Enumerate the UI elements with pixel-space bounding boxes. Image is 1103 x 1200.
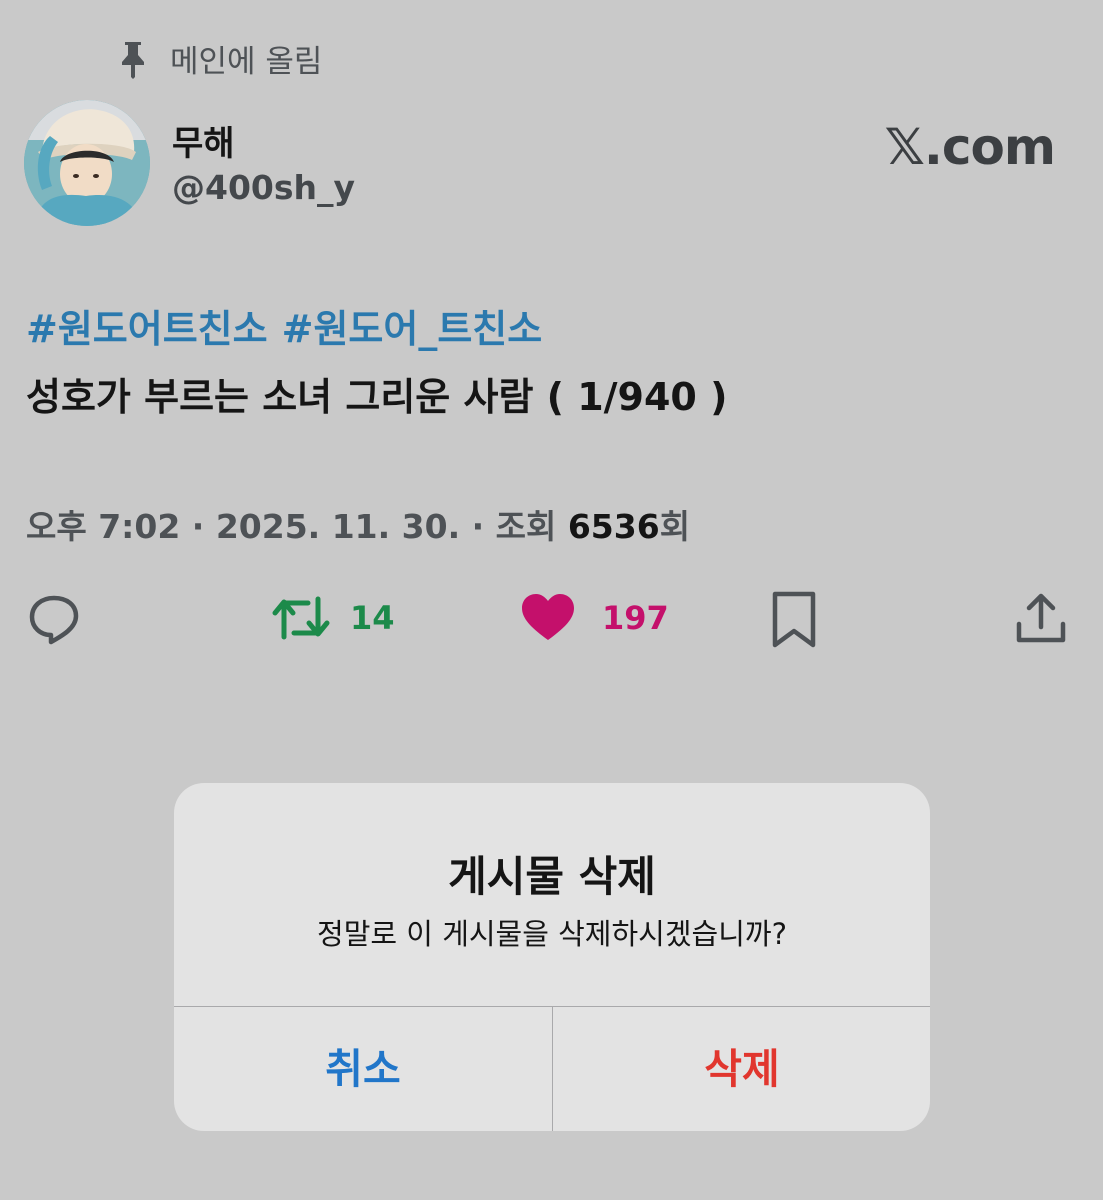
meta-separator: · [180, 507, 216, 546]
share-button[interactable] [1014, 592, 1068, 646]
post-date[interactable]: 2025. 11. 30. [216, 507, 460, 546]
cancel-button[interactable]: 취소 [174, 1007, 552, 1131]
user-name[interactable]: 무해 [172, 116, 235, 165]
bookmark-icon [772, 591, 816, 648]
post-actions: 14 197 [0, 590, 1103, 652]
retweet-icon [272, 596, 330, 640]
hashtag-link[interactable]: #원도어트친소 [26, 307, 268, 351]
meta-separator: · [460, 507, 496, 546]
reply-button[interactable] [26, 590, 82, 646]
post-hashtags: #원도어트친소 #원도어_트친소 [26, 298, 542, 353]
retweet-button[interactable]: 14 [272, 593, 395, 643]
retweet-count: 14 [350, 599, 395, 637]
dialog-message: 정말로 이 게시물을 삭제하시겠습니까? [317, 917, 787, 951]
post-time[interactable]: 7:02 [98, 507, 180, 546]
views-label: 조회 [495, 507, 568, 546]
bookmark-button[interactable] [770, 590, 818, 650]
delete-button[interactable]: 삭제 [553, 1007, 930, 1131]
post-meta: 오후 7:02 · 2025. 11. 30. · 조회 6536회 [26, 500, 690, 548]
post-text: 성호가 부르는 소녀 그리운 사람 ( 1/940 ) [26, 375, 728, 419]
dialog-title: 게시물 삭제 [448, 852, 656, 901]
share-icon [1016, 593, 1066, 643]
brand-label: 𝕏.com [884, 118, 1056, 176]
view-count: 6536 [567, 507, 660, 546]
delete-confirm-dialog: 게시물 삭제 정말로 이 게시물을 삭제하시겠습니까? 취소 삭제 [174, 783, 930, 1131]
avatar-image [24, 100, 150, 226]
reply-icon [29, 595, 79, 645]
pinned-label: 메인에 올림 [170, 44, 323, 80]
like-count: 197 [602, 599, 669, 637]
heart-icon [522, 594, 574, 640]
pin-icon [122, 41, 144, 79]
user-handle[interactable]: @400sh_y [172, 168, 355, 207]
avatar[interactable] [24, 100, 150, 226]
like-button[interactable]: 197 [520, 592, 669, 644]
pinned-indicator: 메인에 올림 [118, 36, 322, 81]
views-suffix: 회 [659, 507, 691, 546]
time-prefix: 오후 [26, 507, 99, 546]
hashtag-link[interactable]: #원도어_트친소 [282, 307, 543, 351]
